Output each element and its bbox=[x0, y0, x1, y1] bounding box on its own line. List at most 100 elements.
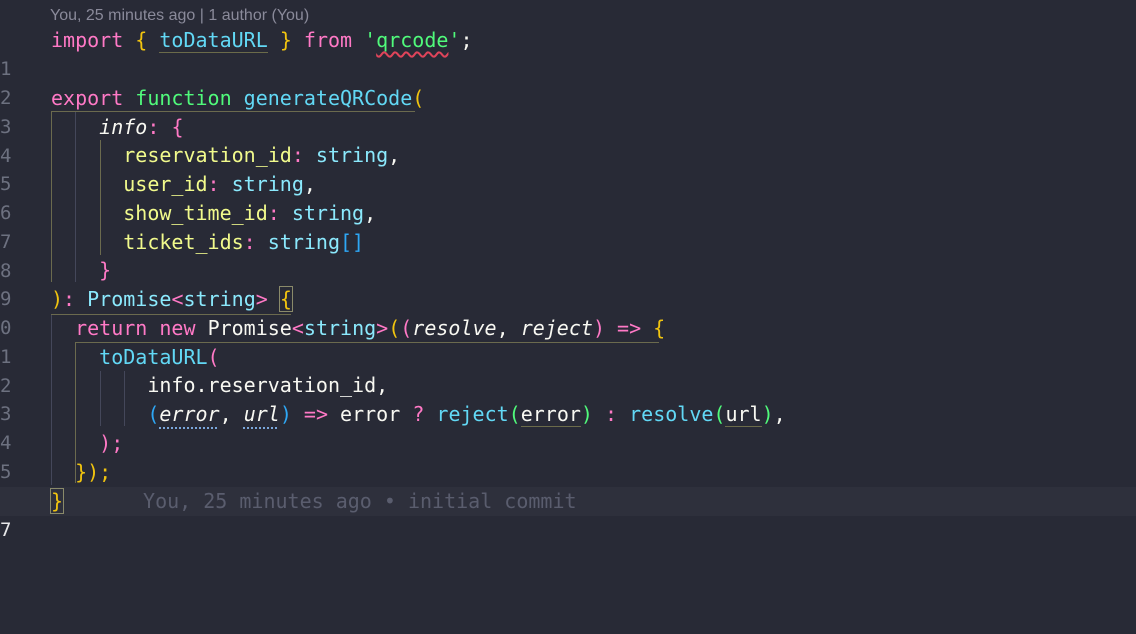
code-editor[interactable]: You, 25 minutes ago | 1 author (You) 1 i… bbox=[0, 0, 1136, 634]
code-line[interactable]: 4 info: { bbox=[0, 113, 1136, 167]
arrow: => bbox=[303, 402, 328, 426]
line-number: 7 bbox=[0, 519, 12, 541]
code-line[interactable]: 2 toDataURL( bbox=[0, 343, 1136, 397]
arrow: => bbox=[617, 316, 642, 340]
angle-bracket: < bbox=[291, 316, 304, 340]
param-url[interactable]: url bbox=[244, 402, 280, 426]
code-text[interactable]: show_time_id: string, bbox=[51, 199, 376, 228]
ternary-operator: ? bbox=[412, 402, 425, 426]
code-line[interactable]: 0 ): Promise<string> { bbox=[0, 285, 1136, 339]
code-line[interactable]: 2 bbox=[0, 55, 1136, 109]
paren: ) bbox=[279, 402, 292, 426]
comma: , bbox=[773, 402, 786, 426]
identifier-url[interactable]: url bbox=[725, 402, 762, 427]
code-line[interactable]: 4 (error, url) => error ? reject(error) … bbox=[0, 400, 1136, 454]
code-line[interactable]: 5 reservation_id: string, bbox=[0, 141, 1136, 195]
param-resolve[interactable]: resolve bbox=[412, 316, 496, 340]
keyword-function: function bbox=[135, 86, 232, 110]
codelens-blame-summary[interactable]: You, 25 minutes ago | 1 author (You) bbox=[50, 6, 309, 26]
keyword-from: from bbox=[303, 28, 353, 52]
paren: ( bbox=[388, 316, 401, 340]
property-name[interactable]: user_id bbox=[123, 172, 207, 196]
code-text[interactable]: }); bbox=[51, 458, 111, 487]
keyword-import: import bbox=[51, 28, 124, 52]
identifier-error[interactable]: error bbox=[340, 402, 400, 426]
type-promise: Promise bbox=[87, 287, 172, 311]
code-line[interactable]: 5 ); bbox=[0, 429, 1136, 483]
paren: ) bbox=[761, 402, 774, 426]
type-string: string bbox=[291, 201, 365, 225]
type-string: string bbox=[267, 230, 341, 254]
code-text[interactable]: } You, 25 minutes ago • initial commit bbox=[49, 487, 577, 516]
param-reject[interactable]: reject bbox=[521, 316, 593, 340]
angle-bracket: < bbox=[171, 287, 184, 311]
code-line[interactable]: 7 show_time_id: string, bbox=[0, 199, 1136, 253]
code-text[interactable]: } bbox=[51, 256, 111, 285]
code-text[interactable]: ticket_ids: string[] bbox=[51, 228, 364, 257]
paren: ( bbox=[508, 402, 521, 426]
colon: : bbox=[243, 230, 256, 254]
code-text[interactable]: reservation_id: string, bbox=[51, 141, 400, 170]
property-name[interactable]: show_time_id bbox=[123, 201, 268, 225]
paren: ) bbox=[51, 287, 64, 311]
property-name[interactable]: ticket_ids bbox=[123, 230, 243, 254]
comma: , bbox=[303, 172, 316, 196]
call-resolve[interactable]: resolve bbox=[629, 402, 713, 426]
code-line[interactable]: 8 ticket_ids: string[] bbox=[0, 228, 1136, 282]
code-line[interactable]: 6 }); bbox=[0, 458, 1136, 512]
code-line[interactable]: 9 } bbox=[0, 256, 1136, 310]
colon: : bbox=[207, 172, 220, 196]
code-line[interactable]: 3 export function generateQRCode( bbox=[0, 84, 1136, 138]
brace-matched: { bbox=[278, 286, 293, 312]
code-text[interactable]: import { toDataURL } from 'qrcode'; bbox=[51, 26, 473, 55]
code-text[interactable]: ): Promise<string> { bbox=[51, 285, 293, 314]
brace: } bbox=[99, 258, 112, 282]
type-string: string bbox=[315, 143, 389, 167]
paren: ) bbox=[580, 402, 593, 426]
string-module-name[interactable]: qrcode bbox=[376, 28, 448, 52]
call-reject[interactable]: reject bbox=[436, 402, 508, 426]
code-line-current[interactable]: 7 } You, 25 minutes ago • initial commit bbox=[0, 487, 1136, 541]
code-line[interactable]: 3 info.reservation_id, bbox=[0, 371, 1136, 425]
keyword-new: new bbox=[159, 316, 196, 340]
function-name[interactable]: generateQRCode bbox=[244, 86, 413, 110]
inline-git-blame[interactable]: You, 25 minutes ago • initial commit bbox=[143, 489, 576, 513]
keyword-export: export bbox=[51, 86, 124, 110]
code-text[interactable]: return new Promise<string>((resolve, rej… bbox=[51, 314, 665, 343]
argument-reservation-id[interactable]: info.reservation_id, bbox=[147, 373, 388, 397]
code-line[interactable]: 1 import { toDataURL } from 'qrcode'; bbox=[0, 26, 1136, 80]
array-brackets: [] bbox=[340, 230, 365, 254]
promise-close: }); bbox=[75, 460, 112, 484]
param-info[interactable]: info bbox=[99, 115, 147, 139]
identifier-toDataURL[interactable]: toDataURL bbox=[159, 28, 268, 53]
keyword-return: return bbox=[75, 316, 148, 340]
identifier-error[interactable]: error bbox=[520, 402, 581, 427]
paren: ( bbox=[713, 402, 726, 426]
paren: ( bbox=[400, 316, 413, 340]
ternary-else: : bbox=[605, 402, 618, 426]
string-quote: ' bbox=[448, 28, 461, 52]
brace: { bbox=[135, 28, 148, 52]
call-toDataURL[interactable]: toDataURL bbox=[99, 345, 207, 369]
property-name[interactable]: reservation_id bbox=[123, 143, 292, 167]
code-line[interactable]: 6 user_id: string, bbox=[0, 170, 1136, 224]
class-promise[interactable]: Promise bbox=[208, 316, 292, 340]
comma: , bbox=[219, 402, 232, 426]
code-text[interactable]: export function generateQRCode( bbox=[51, 84, 424, 113]
code-text[interactable]: info: { bbox=[51, 113, 183, 142]
code-text[interactable]: toDataURL( bbox=[51, 343, 219, 372]
code-text[interactable]: ); bbox=[51, 429, 123, 458]
angle-bracket: > bbox=[376, 316, 389, 340]
code-text[interactable]: user_id: string, bbox=[51, 170, 316, 199]
code-text[interactable]: (error, url) => error ? reject(error) : … bbox=[51, 400, 786, 429]
colon: : bbox=[63, 287, 76, 311]
type-string: string bbox=[303, 316, 377, 340]
comma: , bbox=[364, 201, 377, 225]
param-error[interactable]: error bbox=[159, 402, 219, 426]
comma: , bbox=[388, 143, 401, 167]
paren: ( bbox=[412, 86, 425, 110]
brace: } bbox=[279, 28, 292, 52]
code-line[interactable]: 1 return new Promise<string>((resolve, r… bbox=[0, 314, 1136, 368]
colon: : bbox=[147, 115, 160, 139]
code-text[interactable]: info.reservation_id, bbox=[51, 371, 388, 400]
